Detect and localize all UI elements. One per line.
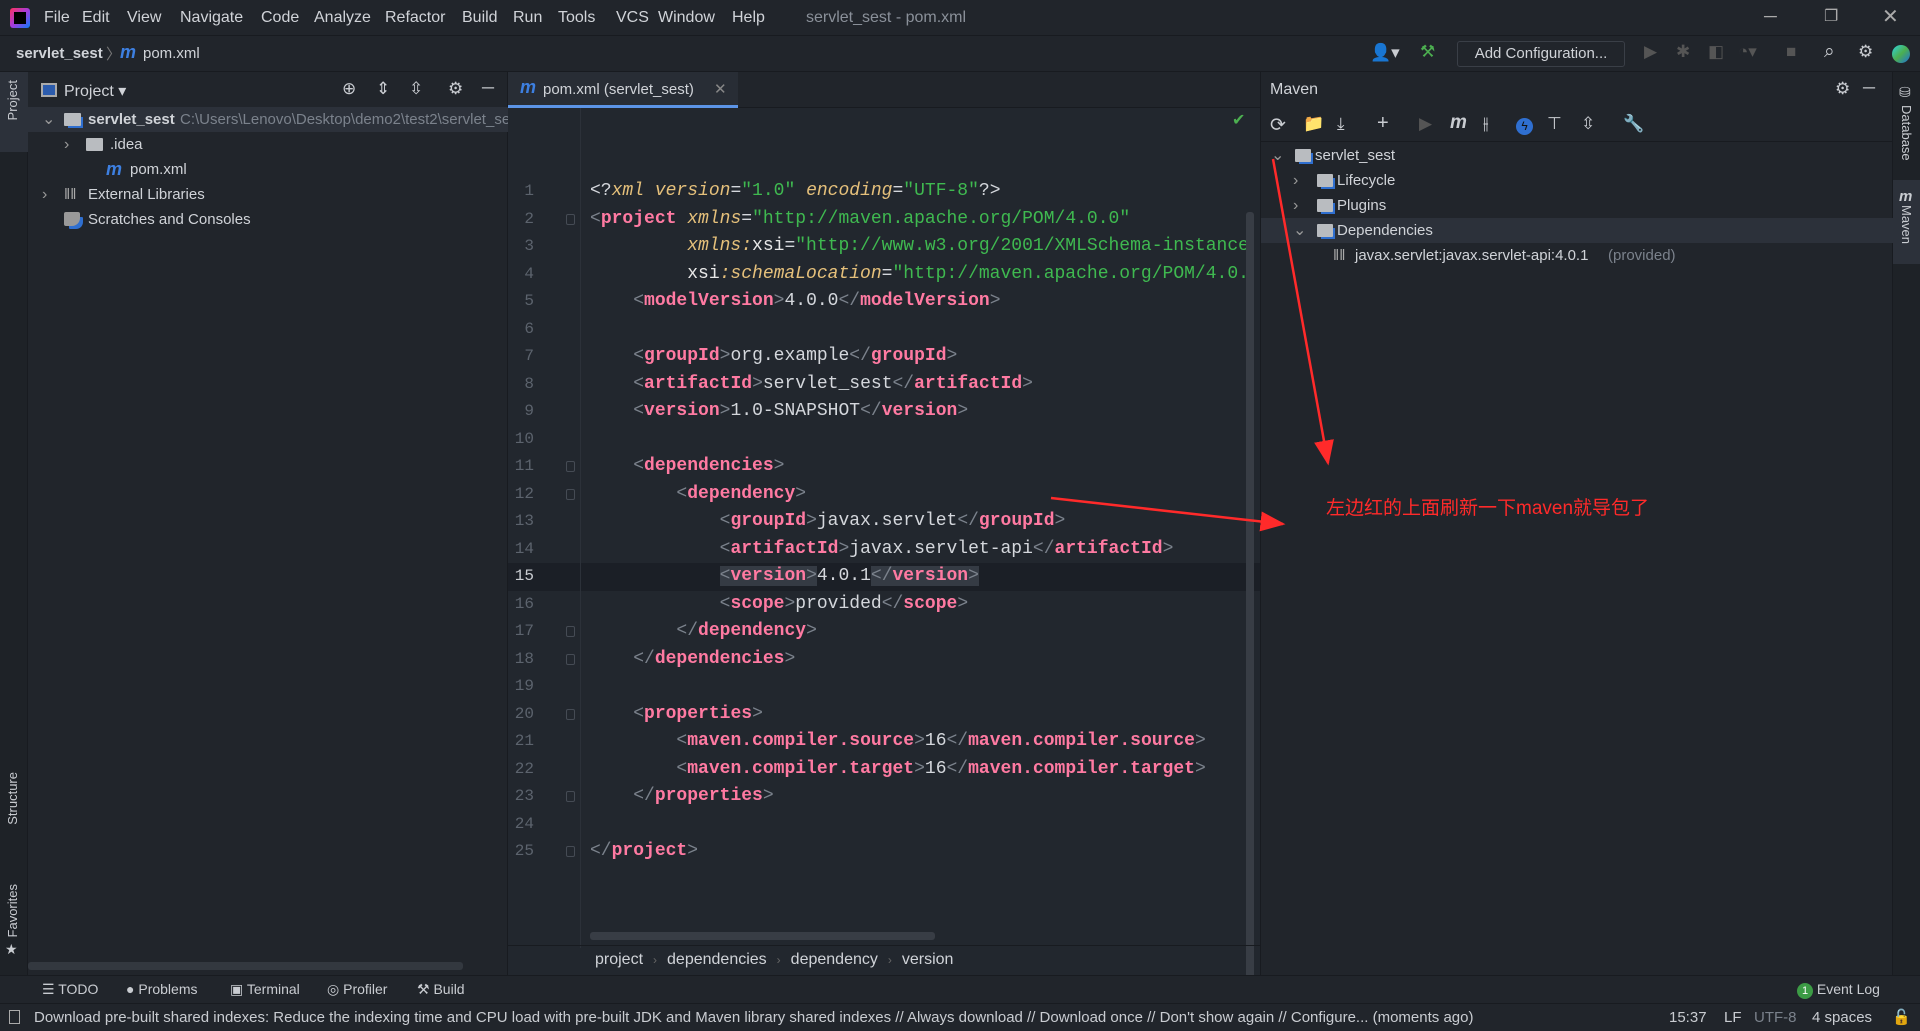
build-tool-button[interactable]: ⚒ Build — [417, 981, 465, 998]
tool-windows-bar: ☰ TODO ● Problems ▣ Terminal ◎ Profiler … — [0, 975, 1920, 1003]
todo-tool-button[interactable]: ☰ TODO — [42, 981, 98, 998]
profiler-tool-button[interactable]: ◎ Profiler — [327, 981, 387, 998]
indent-setting[interactable]: 4 spaces — [1812, 1004, 1872, 1031]
toggle-tool-windows-icon[interactable] — [9, 1010, 20, 1024]
event-count-badge: 1 — [1797, 983, 1813, 999]
event-log-button[interactable]: 1 Event Log — [1797, 981, 1880, 999]
terminal-tool-button[interactable]: ▣ Terminal — [230, 981, 300, 998]
arrow-to-maven-panel — [1050, 496, 1286, 532]
file-encoding[interactable]: UTF-8 — [1754, 1004, 1797, 1031]
status-message[interactable]: Download pre-built shared indexes: Reduc… — [34, 1004, 1473, 1031]
arrow-to-refresh-button — [1271, 158, 1334, 466]
line-separator[interactable]: LF — [1724, 1004, 1742, 1031]
caret-position[interactable]: 15:37 — [1669, 1004, 1707, 1031]
status-bar: Download pre-built shared indexes: Reduc… — [0, 1003, 1920, 1030]
lock-icon[interactable]: 🔓 — [1892, 1004, 1911, 1031]
annotation-text: 左边红的上面刷新一下maven就导包了 — [1326, 498, 1650, 519]
problems-tool-button[interactable]: ● Problems — [126, 981, 198, 997]
